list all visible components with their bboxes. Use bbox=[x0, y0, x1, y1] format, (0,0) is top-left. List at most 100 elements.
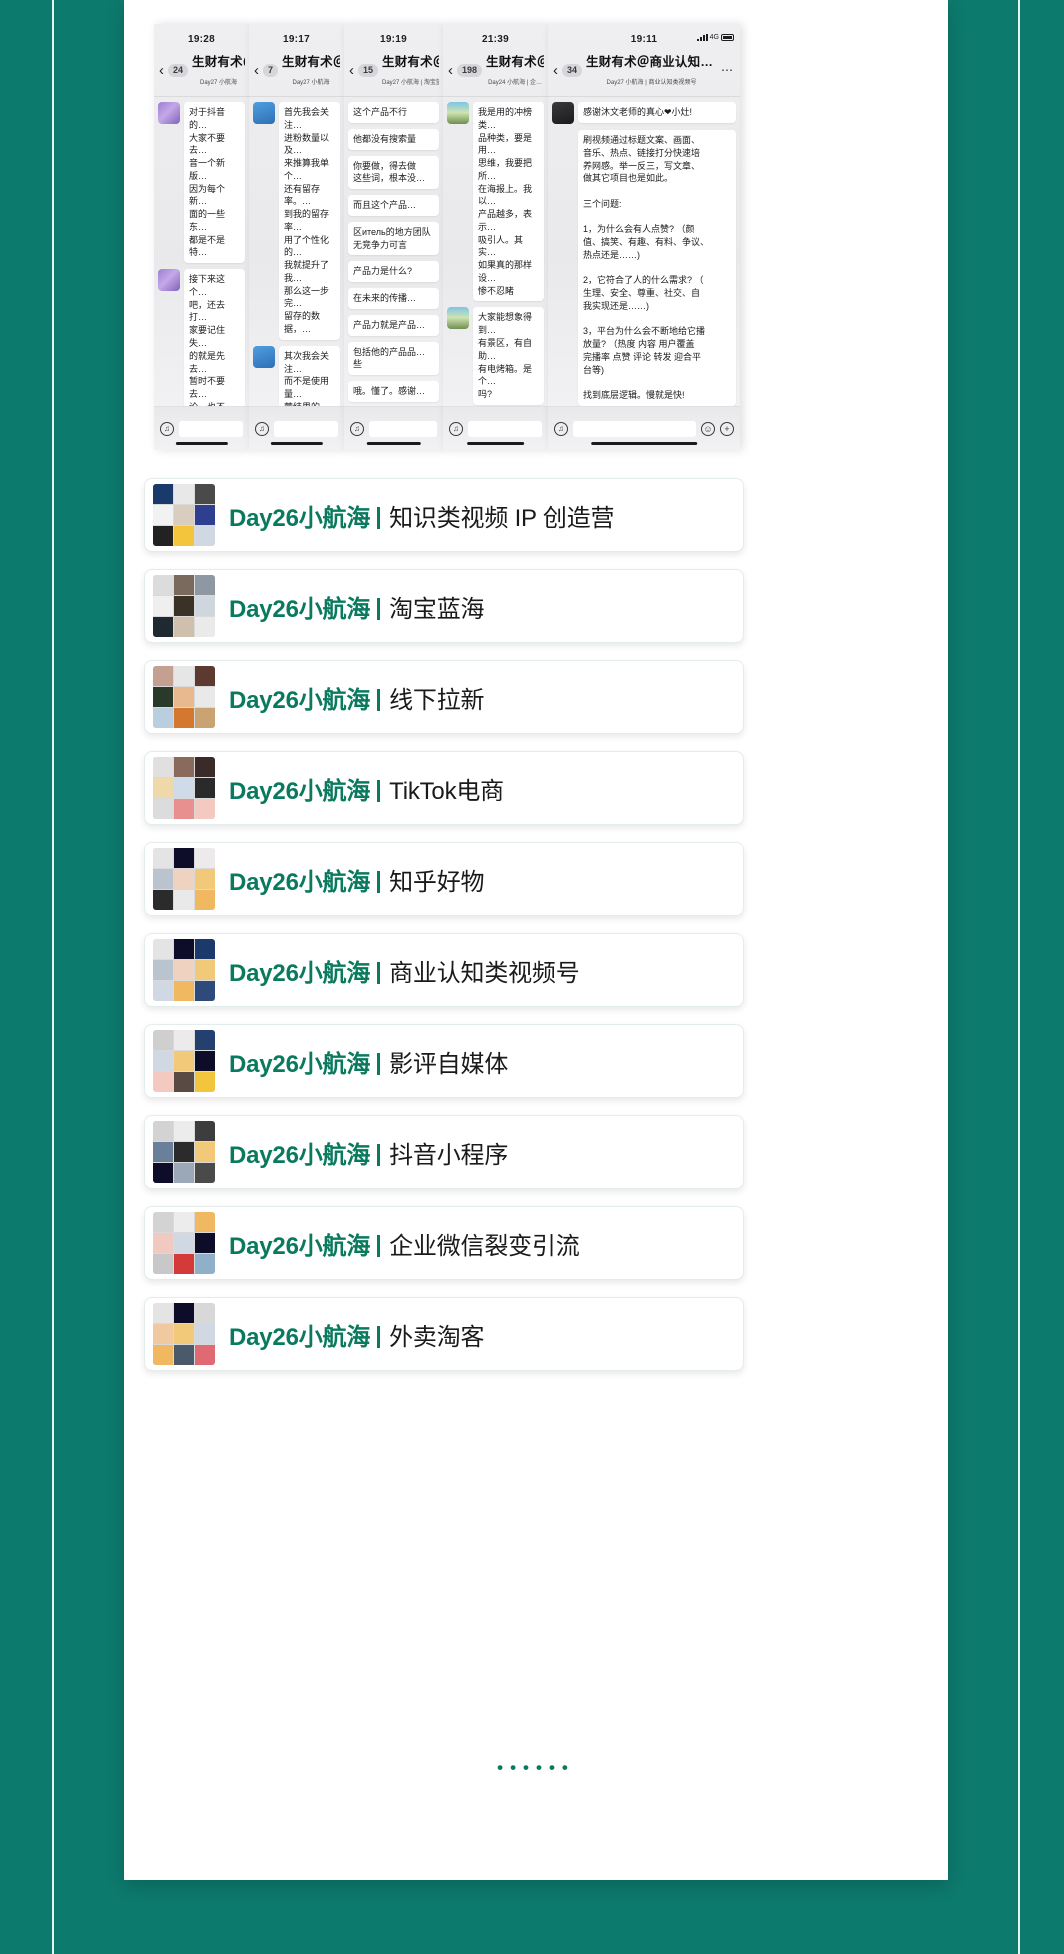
back-chevron-icon[interactable]: ‹ bbox=[553, 63, 558, 78]
chat-navbar-2: ‹ 7 生财有术＠外… Day27 小航海 bbox=[249, 45, 344, 97]
voice-icon[interactable]: ♫ bbox=[449, 421, 463, 436]
list-item-title: Day26小航海 抖音小程序 bbox=[229, 1135, 508, 1170]
list-item[interactable]: Day26小航海 淘宝蓝海 bbox=[144, 569, 744, 643]
message-list-2: 首先我会关注… 进粉数量以及… 来推算我单个… 还有留存率。… 到我的留存率… … bbox=[249, 97, 344, 450]
chat-title-block-3: 生财有术＠淘宝… Day27 小航海 | 淘宝蓝海 bbox=[382, 51, 439, 89]
list-item[interactable]: Day26小航海 线下拉新 bbox=[144, 660, 744, 734]
chat-input[interactable] bbox=[468, 420, 542, 437]
chat-navbar-5: ‹ 34 生财有术＠商业认知…（124） Day27 小航海 | 商业认知类视频… bbox=[548, 45, 740, 97]
list-item-prefix: Day26小航海 bbox=[229, 959, 371, 987]
message-row: 而且这个产品… bbox=[348, 195, 439, 216]
message-list-5: 感谢沐文老师的真心❤小灶! 刷视频通过标题文案、画面、 音乐、热点、链接打分快速… bbox=[548, 97, 740, 450]
chat-navbar-1: ‹ 24 生财有术＠外… Day27 小航海 bbox=[154, 45, 249, 97]
chat-title-block-5: 生财有术＠商业认知…（124） Day27 小航海 | 商业认知类视频号 bbox=[586, 51, 717, 89]
message-bubble: 产品力就是产品… bbox=[348, 314, 439, 336]
chat-input[interactable] bbox=[274, 420, 338, 437]
group-avatar-grid bbox=[153, 939, 215, 1001]
avatar bbox=[447, 307, 469, 330]
list-item-name: 影评自媒体 bbox=[389, 1050, 509, 1078]
list-item[interactable]: Day26小航海 商业认知类视频号 bbox=[144, 933, 744, 1007]
list-item-name: 淘宝蓝海 bbox=[389, 595, 485, 623]
message-row: 他都没有搜索量 bbox=[348, 128, 439, 150]
list-item[interactable]: Day26小航海 知乎好物 bbox=[144, 842, 744, 916]
voice-icon[interactable]: ♫ bbox=[255, 421, 269, 436]
voice-icon[interactable]: ♫ bbox=[350, 421, 364, 436]
chat-subtitle: Day27 小航海 | 淘宝蓝海 bbox=[382, 80, 439, 86]
divider-bar bbox=[377, 870, 381, 893]
back-chevron-icon[interactable]: ‹ bbox=[448, 63, 453, 78]
list-item[interactable]: Day26小航海 知识类视频 IP 创造营 bbox=[144, 478, 744, 552]
back-chevron-icon[interactable]: ‹ bbox=[349, 63, 354, 78]
list-item-prefix: Day26小航海 bbox=[229, 1050, 371, 1078]
message-row: 这个产品不行 bbox=[348, 102, 439, 123]
list-item[interactable]: Day26小航海 影评自媒体 bbox=[144, 1024, 744, 1098]
content-page: 19:28 ‹ 24 生财有术＠外… Day27 小航海 对于抖音的… 大家不要… bbox=[124, 0, 948, 1880]
list-item-title: Day26小航海 影评自媒体 bbox=[229, 1044, 508, 1079]
list-item[interactable]: Day26小航海 企业微信裂变引流 bbox=[144, 1206, 744, 1280]
list-item[interactable]: Day26小航海 TikTok电商 bbox=[144, 751, 744, 825]
chat-input[interactable] bbox=[573, 420, 696, 437]
chat-screenshot-3: 19:19 ‹ 15 生财有术＠淘宝… Day27 小航海 | 淘宝蓝海 这个产… bbox=[344, 24, 443, 450]
list-item-title: Day26小航海 TikTok电商 bbox=[229, 771, 504, 806]
plus-icon[interactable]: + bbox=[720, 421, 734, 436]
home-indicator bbox=[270, 442, 323, 445]
message-row: 我是用的冲榜类… 品种类，要是用… 思维，我要把所… 在海报上。我以… 产品越多… bbox=[447, 102, 544, 302]
back-chevron-icon[interactable]: ‹ bbox=[159, 63, 164, 78]
list-item-prefix: Day26小航海 bbox=[229, 1232, 371, 1260]
list-item-name: TikTok电商 bbox=[389, 777, 504, 805]
battery-icon bbox=[721, 34, 734, 41]
message-row: 产品力就是产品… bbox=[348, 314, 439, 336]
group-avatar-grid bbox=[153, 757, 215, 819]
list-item-title: Day26小航海 商业认知类视频号 bbox=[229, 953, 580, 988]
chat-screenshot-1: 19:28 ‹ 24 生财有术＠外… Day27 小航海 对于抖音的… 大家不要… bbox=[154, 24, 249, 450]
group-avatar-grid bbox=[153, 1121, 215, 1183]
chat-input[interactable] bbox=[369, 420, 437, 437]
list-item[interactable]: Day26小航海 外卖淘客 bbox=[144, 1297, 744, 1371]
chat-screenshot-5: 19:11 4G ‹ 34 生财有术＠商业认知…（124） Day27 小航海 … bbox=[548, 24, 740, 450]
unread-badge: 24 bbox=[168, 63, 189, 77]
list-item[interactable]: Day26小航海 抖音小程序 bbox=[144, 1115, 744, 1189]
chat-title: 生财有术＠外… bbox=[192, 55, 245, 69]
status-time-4: 21:39 bbox=[481, 34, 510, 45]
group-avatar-grid bbox=[153, 1212, 215, 1274]
message-row: 感谢沐文老师的真心❤小灶! bbox=[552, 102, 736, 124]
group-avatar-grid bbox=[153, 666, 215, 728]
unread-badge: 7 bbox=[263, 63, 279, 77]
signal-bars-icon bbox=[696, 34, 708, 41]
more-options-icon[interactable]: ⋯ bbox=[721, 63, 736, 77]
message-row: 对于抖音的… 大家不要去… 音一个新版… 因为每个新… 面的一些东… 都是不是特… bbox=[158, 102, 245, 264]
list-item-prefix: Day26小航海 bbox=[229, 868, 371, 896]
voice-icon[interactable]: ♫ bbox=[554, 421, 568, 436]
avatar bbox=[447, 102, 469, 124]
avatar bbox=[158, 102, 180, 124]
status-time-2: 19:17 bbox=[282, 34, 311, 45]
message-bubble: 包括他的产品品… 些 bbox=[348, 341, 439, 376]
right-margin-rule bbox=[1018, 0, 1020, 1954]
chat-title: 生财有术＠企… bbox=[486, 55, 544, 69]
avatar bbox=[552, 102, 574, 124]
chat-input-bar-4: ♫ bbox=[443, 406, 548, 450]
emoji-icon[interactable]: ☺ bbox=[701, 421, 715, 436]
list-item-name: 外卖淘客 bbox=[389, 1323, 485, 1351]
group-avatar-grid bbox=[153, 484, 215, 546]
voice-icon[interactable]: ♫ bbox=[160, 421, 174, 436]
message-row: 在未来的传播… bbox=[348, 288, 439, 309]
list-item-name: 线下拉新 bbox=[389, 686, 485, 714]
chat-subtitle: Day27 小航海 bbox=[200, 80, 238, 86]
message-bubble: 在未来的传播… bbox=[348, 288, 439, 309]
back-chevron-icon[interactable]: ‹ bbox=[254, 63, 259, 78]
message-bubble: 首先我会关注… 进粉数量以及… 来推算我单个… 还有留存率。… 到我的留存率… … bbox=[279, 102, 340, 340]
chat-input-bar-3: ♫ bbox=[344, 406, 443, 450]
message-bubble: 而且这个产品… bbox=[348, 195, 439, 216]
avatar bbox=[253, 345, 275, 368]
unread-badge: 15 bbox=[358, 63, 379, 77]
chat-input[interactable] bbox=[179, 420, 243, 437]
list-item-title: Day26小航海 线下拉新 bbox=[229, 680, 485, 715]
message-row: 产品力是什么? bbox=[348, 261, 439, 283]
list-item-title: Day26小航海 企业微信裂变引流 bbox=[229, 1226, 580, 1261]
home-indicator bbox=[466, 442, 525, 445]
list-item-name: 知识类视频 IP 创造营 bbox=[389, 504, 615, 532]
divider-bar bbox=[377, 779, 381, 802]
divider-bar bbox=[377, 1325, 381, 1348]
message-bubble: 这个产品不行 bbox=[348, 102, 439, 123]
